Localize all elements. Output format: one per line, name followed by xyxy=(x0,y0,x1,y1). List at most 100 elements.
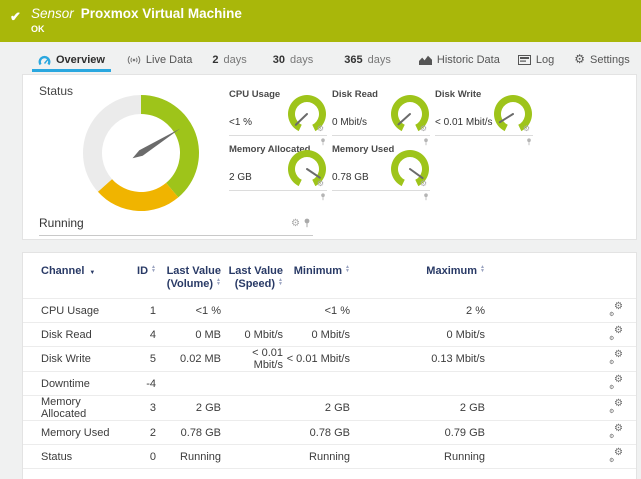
cell-last_speed: < 0.01 Mbit/s xyxy=(221,347,283,372)
channel-table-panel: Channel▼ID▲▼Last Value(Volume)▲▼Last Val… xyxy=(22,252,637,479)
cell-last_volume: 0.02 MB xyxy=(156,347,221,372)
gauge-disk-read[interactable]: Disk Read0 Mbit/s⚙ xyxy=(332,81,430,136)
tab-historic-data[interactable]: Historic Data xyxy=(413,50,506,72)
check-icon: ✔ xyxy=(10,9,21,25)
cell-maximum: 0 Mbit/s xyxy=(350,323,485,347)
gauge-disk-write[interactable]: Disk Write< 0.01 Mbit/s⚙ xyxy=(435,81,533,136)
channel-settings-gear-icon[interactable]: ⚙⚙ xyxy=(609,449,623,462)
mini-gauge-grid: CPU Usage<1 %⚙Disk Read0 Mbit/s⚙Disk Wri… xyxy=(229,81,638,191)
tab-365-days[interactable]: 365days xyxy=(338,50,397,72)
column-header-label: Last Value xyxy=(229,265,283,277)
status-gauge-segment xyxy=(83,95,141,192)
column-header-label: (Volume) xyxy=(167,278,213,290)
channel-settings-gear-icon[interactable]: ⚙⚙ xyxy=(609,425,623,438)
tab-label: Log xyxy=(536,54,554,66)
cell-last_volume: Running xyxy=(156,445,221,469)
column-header-id[interactable]: ID▲▼ xyxy=(118,263,156,299)
column-header-label: Minimum xyxy=(294,265,342,277)
tab-settings[interactable]: ⚙ Settings xyxy=(568,49,636,72)
table-row-cpu-usage[interactable]: CPU Usage1<1 %<1 %2 %⚙⚙ xyxy=(23,299,636,323)
channel-settings-gear-icon[interactable]: ⚙⚙ xyxy=(609,327,623,340)
status-value-row: Running ⚙ xyxy=(39,216,313,236)
log-icon xyxy=(518,55,531,65)
table-row-downtime[interactable]: Downtime-4⚙⚙ xyxy=(23,372,636,396)
cell-minimum: 2 GB xyxy=(283,396,350,421)
tab-label: Overview xyxy=(56,54,105,66)
column-header-channel[interactable]: Channel▼ xyxy=(23,263,118,299)
tab-overview[interactable]: Overview xyxy=(32,50,111,72)
cell-maximum: Running xyxy=(350,445,485,469)
tab-label: Settings xyxy=(590,54,630,66)
tab-bar: Overview Live Data 2 days 30days 365days Histo… xyxy=(0,44,641,72)
table-row-disk-read[interactable]: Disk Read40 MB0 Mbit/s0 Mbit/s0 Mbit/s⚙⚙ xyxy=(23,323,636,347)
cell-last_volume xyxy=(156,372,221,396)
status-gauge-segment xyxy=(98,179,178,211)
status-gauge[interactable] xyxy=(79,91,203,220)
table-row-memory-allocated[interactable]: Memory Allocated32 GB2 GB2 GB⚙⚙ xyxy=(23,396,636,421)
column-header-label: Channel xyxy=(41,265,84,277)
tab-30-days[interactable]: 30days xyxy=(267,50,320,72)
gauge-memory-used[interactable]: Memory Used0.78 GB⚙ xyxy=(332,136,430,191)
channel-settings-gear-icon[interactable]: ⚙⚙ xyxy=(609,400,623,413)
channel-settings-gear-icon[interactable]: ⚙⚙ xyxy=(609,303,623,316)
tab-log[interactable]: Log xyxy=(512,50,560,72)
sort-icon: ▲▼ xyxy=(216,278,221,286)
sort-icon: ▲▼ xyxy=(345,265,350,273)
tab-live-data[interactable]: Live Data xyxy=(121,50,198,72)
gear-icon[interactable]: ⚙ xyxy=(291,219,300,229)
cell-channel: Memory Allocated xyxy=(23,396,118,421)
table-row-memory-used[interactable]: Memory Used20.78 GB0.78 GB0.79 GB⚙⚙ xyxy=(23,421,636,445)
column-header-last-value-speed[interactable]: Last Value(Speed)▲▼ xyxy=(221,263,283,299)
gear-icon[interactable]: ⚙ xyxy=(523,125,530,133)
tab-label: days xyxy=(224,54,247,66)
tab-label: Historic Data xyxy=(437,54,500,66)
column-header-label: (Speed) xyxy=(235,278,275,290)
cell-last_speed xyxy=(221,396,283,421)
cell-minimum: 0.78 GB xyxy=(283,421,350,445)
cell-last_speed: 0 Mbit/s xyxy=(221,323,283,347)
column-header-last-value-volume[interactable]: Last Value(Volume)▲▼ xyxy=(156,263,221,299)
chart-icon xyxy=(419,55,432,65)
cell-last_speed xyxy=(221,299,283,323)
table-row-status[interactable]: Status0RunningRunningRunning⚙⚙ xyxy=(23,445,636,469)
gauge-value: 0 Mbit/s xyxy=(332,117,367,128)
column-header-label: ID xyxy=(137,265,148,277)
gauge-value: 2 GB xyxy=(229,172,252,183)
channel-settings-gear-icon[interactable]: ⚙⚙ xyxy=(609,351,623,364)
cell-id: -4 xyxy=(118,372,156,396)
gear-icon[interactable]: ⚙ xyxy=(317,180,324,188)
gauge-cpu-usage[interactable]: CPU Usage<1 %⚙ xyxy=(229,81,327,136)
sensor-header: ✔ SensorProxmox Virtual Machine OK xyxy=(0,0,641,42)
tab-number: 365 xyxy=(344,54,362,66)
column-header-label: Last Value xyxy=(167,265,221,277)
cell-maximum xyxy=(350,372,485,396)
sensor-name: Proxmox Virtual Machine xyxy=(81,6,242,21)
table-row-disk-write[interactable]: Disk Write50.02 MB< 0.01 Mbit/s< 0.01 Mb… xyxy=(23,347,636,372)
gear-icon: ⚙ xyxy=(574,53,585,66)
sort-icon: ▲▼ xyxy=(278,278,283,286)
cell-channel: Disk Read xyxy=(23,323,118,347)
pin-icon[interactable] xyxy=(303,217,311,231)
gauge-memory-allocated[interactable]: Memory Allocated2 GB⚙ xyxy=(229,136,327,191)
column-header-maximum[interactable]: Maximum▲▼ xyxy=(350,263,485,299)
gear-icon[interactable]: ⚙ xyxy=(317,125,324,133)
tab-2-days[interactable]: 2 days xyxy=(206,50,252,72)
live-icon xyxy=(127,55,141,65)
gear-icon[interactable]: ⚙ xyxy=(420,125,427,133)
column-header-minimum[interactable]: Minimum▲▼ xyxy=(283,263,350,299)
tab-number: 2 xyxy=(212,54,218,66)
cell-maximum: 0.13 Mbit/s xyxy=(350,347,485,372)
status-gauge-needle xyxy=(133,129,180,159)
cell-minimum: 0 Mbit/s xyxy=(283,323,350,347)
cell-id: 5 xyxy=(118,347,156,372)
gauge-icon xyxy=(38,55,51,66)
gauge-value: 0.78 GB xyxy=(332,172,369,183)
cell-channel: CPU Usage xyxy=(23,299,118,323)
cell-maximum: 0.79 GB xyxy=(350,421,485,445)
channel-settings-gear-icon[interactable]: ⚙⚙ xyxy=(609,376,623,389)
column-header-actions xyxy=(485,263,636,299)
gear-icon[interactable]: ⚙ xyxy=(420,180,427,188)
status-value: Running xyxy=(39,216,84,230)
status-badge: OK xyxy=(31,24,45,34)
cell-last_volume: 0 MB xyxy=(156,323,221,347)
